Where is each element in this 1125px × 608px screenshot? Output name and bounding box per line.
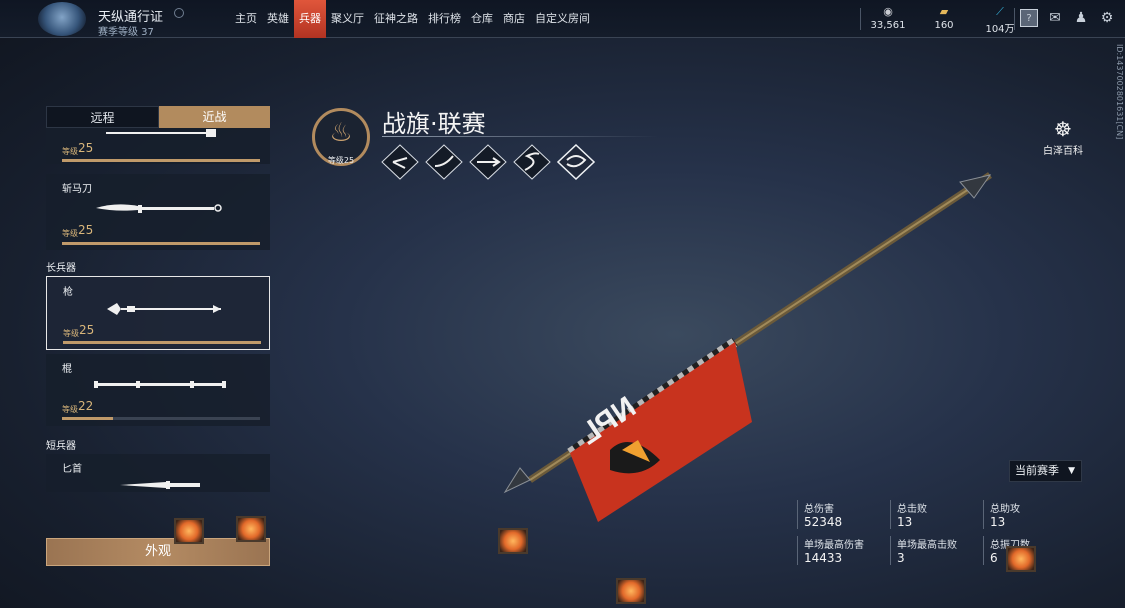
qiang-icon (107, 303, 221, 315)
title-underline (382, 136, 658, 137)
weapon-name: 匕首 (62, 464, 82, 475)
level-progress-bar (63, 341, 261, 344)
friends-icon[interactable]: ♟ (1072, 9, 1090, 27)
level-progress-bar (62, 242, 260, 245)
level-label: 等级 (62, 405, 78, 414)
weapon-title: 战旗·联赛 (382, 110, 486, 138)
level-value: 25 (78, 223, 94, 237)
weapon-card-gun[interactable]: 棍 等级 22 (46, 354, 270, 426)
level-label: 等级 (62, 229, 78, 238)
nav-leaderboard[interactable]: 排行榜 (423, 0, 466, 38)
top-bar: 天纵通行证 赛季等级 37 主页 英雄 兵器 聚义厅 征神之路 排行榜 仓库 商… (0, 0, 1125, 38)
ticket-icon: ▰ (939, 5, 949, 18)
weapon-card[interactable]: 等级 25 (46, 128, 270, 164)
weapon-type-tabs: 远程 近战 (46, 106, 270, 128)
gun-icon (94, 381, 226, 388)
level-value: 22 (78, 399, 94, 413)
info-icon[interactable] (174, 8, 184, 18)
currency-bar: ◉ 33,561 ▰ 160 ⟋ 104万 (860, 0, 1028, 38)
weapon-model: NPL (503, 172, 992, 522)
lantern-decoration (1006, 546, 1036, 572)
weapon-name: 斩马刀 (62, 184, 92, 195)
nav-heroes[interactable]: 英雄 (262, 0, 294, 38)
season-level: 赛季等级 37 (98, 27, 154, 38)
season-select[interactable]: 当前赛季 ▼ (1009, 460, 1082, 482)
currency-coins[interactable]: ◉ 33,561 (860, 0, 916, 38)
coin-icon: ◉ (883, 5, 893, 18)
skill-1-icon[interactable] (381, 144, 419, 180)
weapon-card-bishou[interactable]: 匕首 (46, 454, 270, 492)
lantern-decoration (498, 528, 528, 554)
stat-total-assists: 总助攻 13 (983, 500, 1063, 529)
weapon-card-qiang[interactable]: 枪 等级 25 (46, 276, 270, 350)
appearance-button[interactable]: 外观 (46, 538, 270, 566)
tab-melee[interactable]: 近战 (159, 106, 270, 128)
baize-encyclopedia[interactable]: ☸ 白泽百科 (1038, 116, 1088, 157)
nav-hall[interactable]: 聚义厅 (326, 0, 369, 38)
stat-max-kills: 单场最高击败 3 (890, 536, 970, 565)
level-value: 25 (78, 141, 94, 155)
baize-icon: ☸ (1054, 117, 1072, 141)
currency-tickets[interactable]: ▰ 160 (916, 0, 972, 38)
category-long-weapons: 长兵器 (46, 263, 76, 274)
divider (1014, 8, 1015, 30)
stat-total-kills: 总击败 13 (890, 500, 970, 529)
weapon-level: 等级25 (327, 156, 355, 165)
weapon-level-emblem: ♨ 等级25 (312, 108, 370, 166)
nav-storage[interactable]: 仓库 (466, 0, 498, 38)
mail-icon[interactable]: ✉ (1046, 9, 1064, 27)
weapon-name: 棍 (62, 364, 72, 375)
weapon-list[interactable]: 等级 25 斩马刀 等级 25 长兵器 枪 等级 25 棍 等级 22 短兵器 … (46, 128, 270, 500)
nav-god-road[interactable]: 征神之路 (369, 0, 423, 38)
main-nav: 主页 英雄 兵器 聚义厅 征神之路 排行榜 仓库 商店 自定义房间 (230, 0, 595, 38)
top-icons: ? ✉ ♟ ⚙ (1020, 9, 1116, 27)
gear-icon[interactable]: ⚙ (1098, 9, 1116, 27)
stat-max-damage: 单场最高伤害 14433 (797, 536, 877, 565)
stat-total-damage: 总伤害 52348 (797, 500, 877, 529)
weapon-emblem-icon: ♨ (329, 118, 353, 148)
bishou-icon (120, 481, 200, 489)
weapon-icon (106, 129, 216, 137)
level-progress-bar (62, 417, 260, 420)
level-value: 25 (79, 323, 95, 337)
skill-2-icon[interactable] (425, 144, 463, 180)
zhanmadao-icon (96, 204, 222, 213)
weapon-name: 枪 (63, 287, 73, 298)
lantern-decoration (174, 518, 204, 544)
nav-home[interactable]: 主页 (230, 0, 262, 38)
nav-weapons[interactable]: 兵器 (294, 0, 326, 38)
player-id: ID:1437002801631[CN] (1115, 44, 1124, 140)
lantern-decoration (616, 578, 646, 604)
weapon-stats: 总伤害 52348 总击败 13 总助攻 13 单场最高伤害 14433 单场最… (797, 496, 1037, 570)
category-short-weapons: 短兵器 (46, 441, 76, 452)
nav-custom-room[interactable]: 自定义房间 (530, 0, 595, 38)
tab-ranged[interactable]: 远程 (46, 106, 159, 128)
level-progress-bar (62, 159, 260, 162)
lantern-decoration (236, 516, 266, 542)
chevron-down-icon: ▼ (1068, 466, 1075, 476)
level-label: 等级 (63, 329, 79, 338)
nav-shop[interactable]: 商店 (498, 0, 530, 38)
help-icon[interactable]: ? (1020, 9, 1038, 27)
level-label: 等级 (62, 147, 78, 156)
weapon-card-zhanmadao[interactable]: 斩马刀 等级 25 (46, 174, 270, 250)
battle-pass-emblem-icon[interactable] (38, 2, 86, 36)
